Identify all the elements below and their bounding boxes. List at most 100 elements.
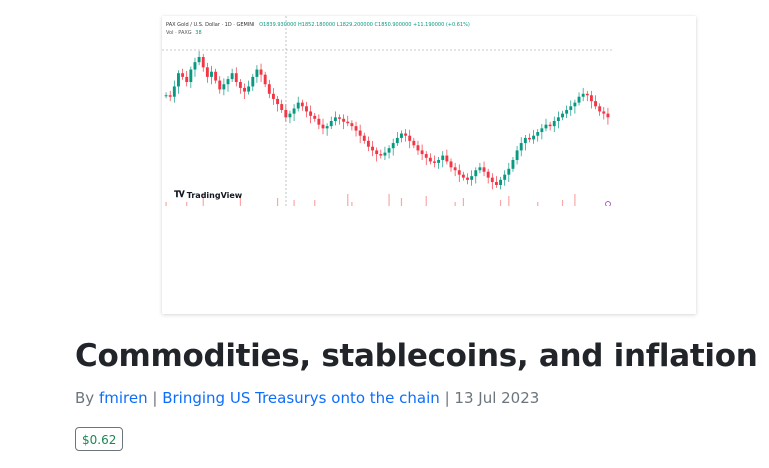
volume-bar: [186, 202, 188, 206]
candle-body: [226, 79, 230, 85]
candle-body: [321, 124, 325, 129]
candle-body: [499, 179, 503, 185]
byline-separator: |: [444, 389, 450, 407]
candle-body: [280, 104, 284, 110]
candle-body: [317, 118, 321, 125]
candle-body: [267, 84, 271, 94]
tradingview-mark-icon: 𝐓𝐕: [174, 190, 185, 200]
candle-body: [193, 62, 197, 70]
candle-body: [255, 69, 259, 77]
candle-body: [478, 167, 482, 171]
candle-body: [288, 113, 292, 118]
candle-body: [408, 135, 412, 141]
volume-bar: [537, 202, 539, 206]
candle-body: [263, 74, 267, 85]
candle-body: [313, 115, 317, 119]
post-title[interactable]: Commodities, stablecoins, and inflation: [75, 338, 758, 374]
candle-body: [238, 82, 242, 88]
candle-body: [296, 102, 300, 109]
candle-body: [528, 137, 531, 140]
candle-body: [197, 57, 201, 63]
candle-body: [540, 128, 544, 133]
candle-body: [532, 135, 536, 140]
candle-body: [181, 73, 185, 77]
candle-body: [172, 86, 176, 97]
candle-body: [276, 98, 280, 105]
candle-body: [494, 182, 498, 185]
candle-body: [544, 124, 548, 129]
candle-body: [259, 69, 263, 75]
candle-body: [387, 148, 391, 153]
candle-body: [168, 95, 172, 97]
candle-body: [189, 69, 193, 83]
candle-body: [404, 133, 408, 136]
candle-body: [437, 159, 441, 163]
candle-body: [371, 146, 374, 151]
candle-body: [375, 150, 379, 155]
candle-body: [490, 177, 494, 183]
candle-body: [602, 111, 606, 114]
by-label: By: [75, 389, 95, 407]
volume-bar: [347, 194, 349, 206]
candle-body: [598, 106, 602, 112]
candle-body: [309, 111, 313, 116]
chart-header: PAX Gold / U.S. Dollar · 1D · GEMINI O18…: [166, 22, 470, 28]
volume-bar: [425, 196, 427, 206]
candle-body: [503, 174, 507, 180]
volume-bar: [454, 202, 456, 206]
candle-body: [333, 117, 337, 121]
candle-body: [400, 133, 403, 138]
candle-body: [453, 167, 457, 171]
candle-body: [511, 159, 515, 169]
candle-body: [589, 95, 593, 102]
author-link[interactable]: fmiren: [99, 389, 148, 407]
post-cover-image[interactable]: PAX Gold / U.S. Dollar · 1D · GEMINI O18…: [162, 16, 696, 314]
candle-body: [433, 161, 436, 163]
chart-ohlc: O1839.930000 H1852.180000 L1829.200000 C…: [259, 22, 470, 28]
byline-separator: |: [152, 389, 158, 407]
candle-body: [606, 113, 610, 118]
candlestick-chart-svg: [162, 16, 614, 206]
candle-body: [424, 154, 428, 158]
candle-body: [474, 170, 478, 177]
candle-body: [185, 76, 189, 83]
candle-body: [210, 71, 213, 77]
candle-body: [594, 101, 597, 107]
series-link[interactable]: Bringing US Treasurys onto the chain: [162, 389, 440, 407]
candle-body: [247, 86, 251, 92]
candle-body: [346, 121, 350, 124]
candle-body: [230, 73, 234, 80]
price-badge[interactable]: $0.62: [75, 427, 124, 451]
volume-bar: [499, 200, 502, 206]
candle-body: [379, 154, 383, 156]
candle-body: [569, 106, 573, 110]
tradingview-wordmark: TradingView: [186, 190, 243, 200]
candle-body: [218, 80, 222, 90]
candle-body: [342, 118, 346, 122]
candle-body: [164, 95, 168, 97]
candle-body: [338, 117, 341, 119]
candle-body: [234, 73, 238, 83]
post-byline: By fmiren | Bringing US Treasurys onto t…: [75, 389, 539, 407]
candle-body: [466, 177, 469, 180]
volume-bar: [561, 200, 564, 206]
candle-body: [366, 140, 370, 147]
candle-body: [395, 137, 399, 144]
candle-body: [271, 93, 275, 99]
candle-body: [457, 170, 461, 175]
candle-body: [222, 84, 226, 90]
candle-body: [329, 121, 333, 127]
candle-body: [486, 171, 490, 178]
chart-volume-label: Vol · PAXG 38: [166, 30, 202, 36]
candle-body: [416, 145, 420, 151]
chart-symbol: PAX Gold / U.S. Dollar · 1D · GEMINI: [166, 22, 255, 28]
candle-body: [354, 126, 358, 131]
volume-label: Vol · PAXG: [166, 30, 192, 36]
event-marker-icon: [605, 201, 611, 206]
candle-body: [565, 109, 569, 114]
candle-body: [362, 135, 366, 141]
candle-body: [482, 167, 486, 172]
candle-body: [205, 67, 209, 77]
volume-bar: [462, 198, 464, 206]
tradingview-logo: 𝐓𝐕 TradingView: [174, 190, 242, 200]
